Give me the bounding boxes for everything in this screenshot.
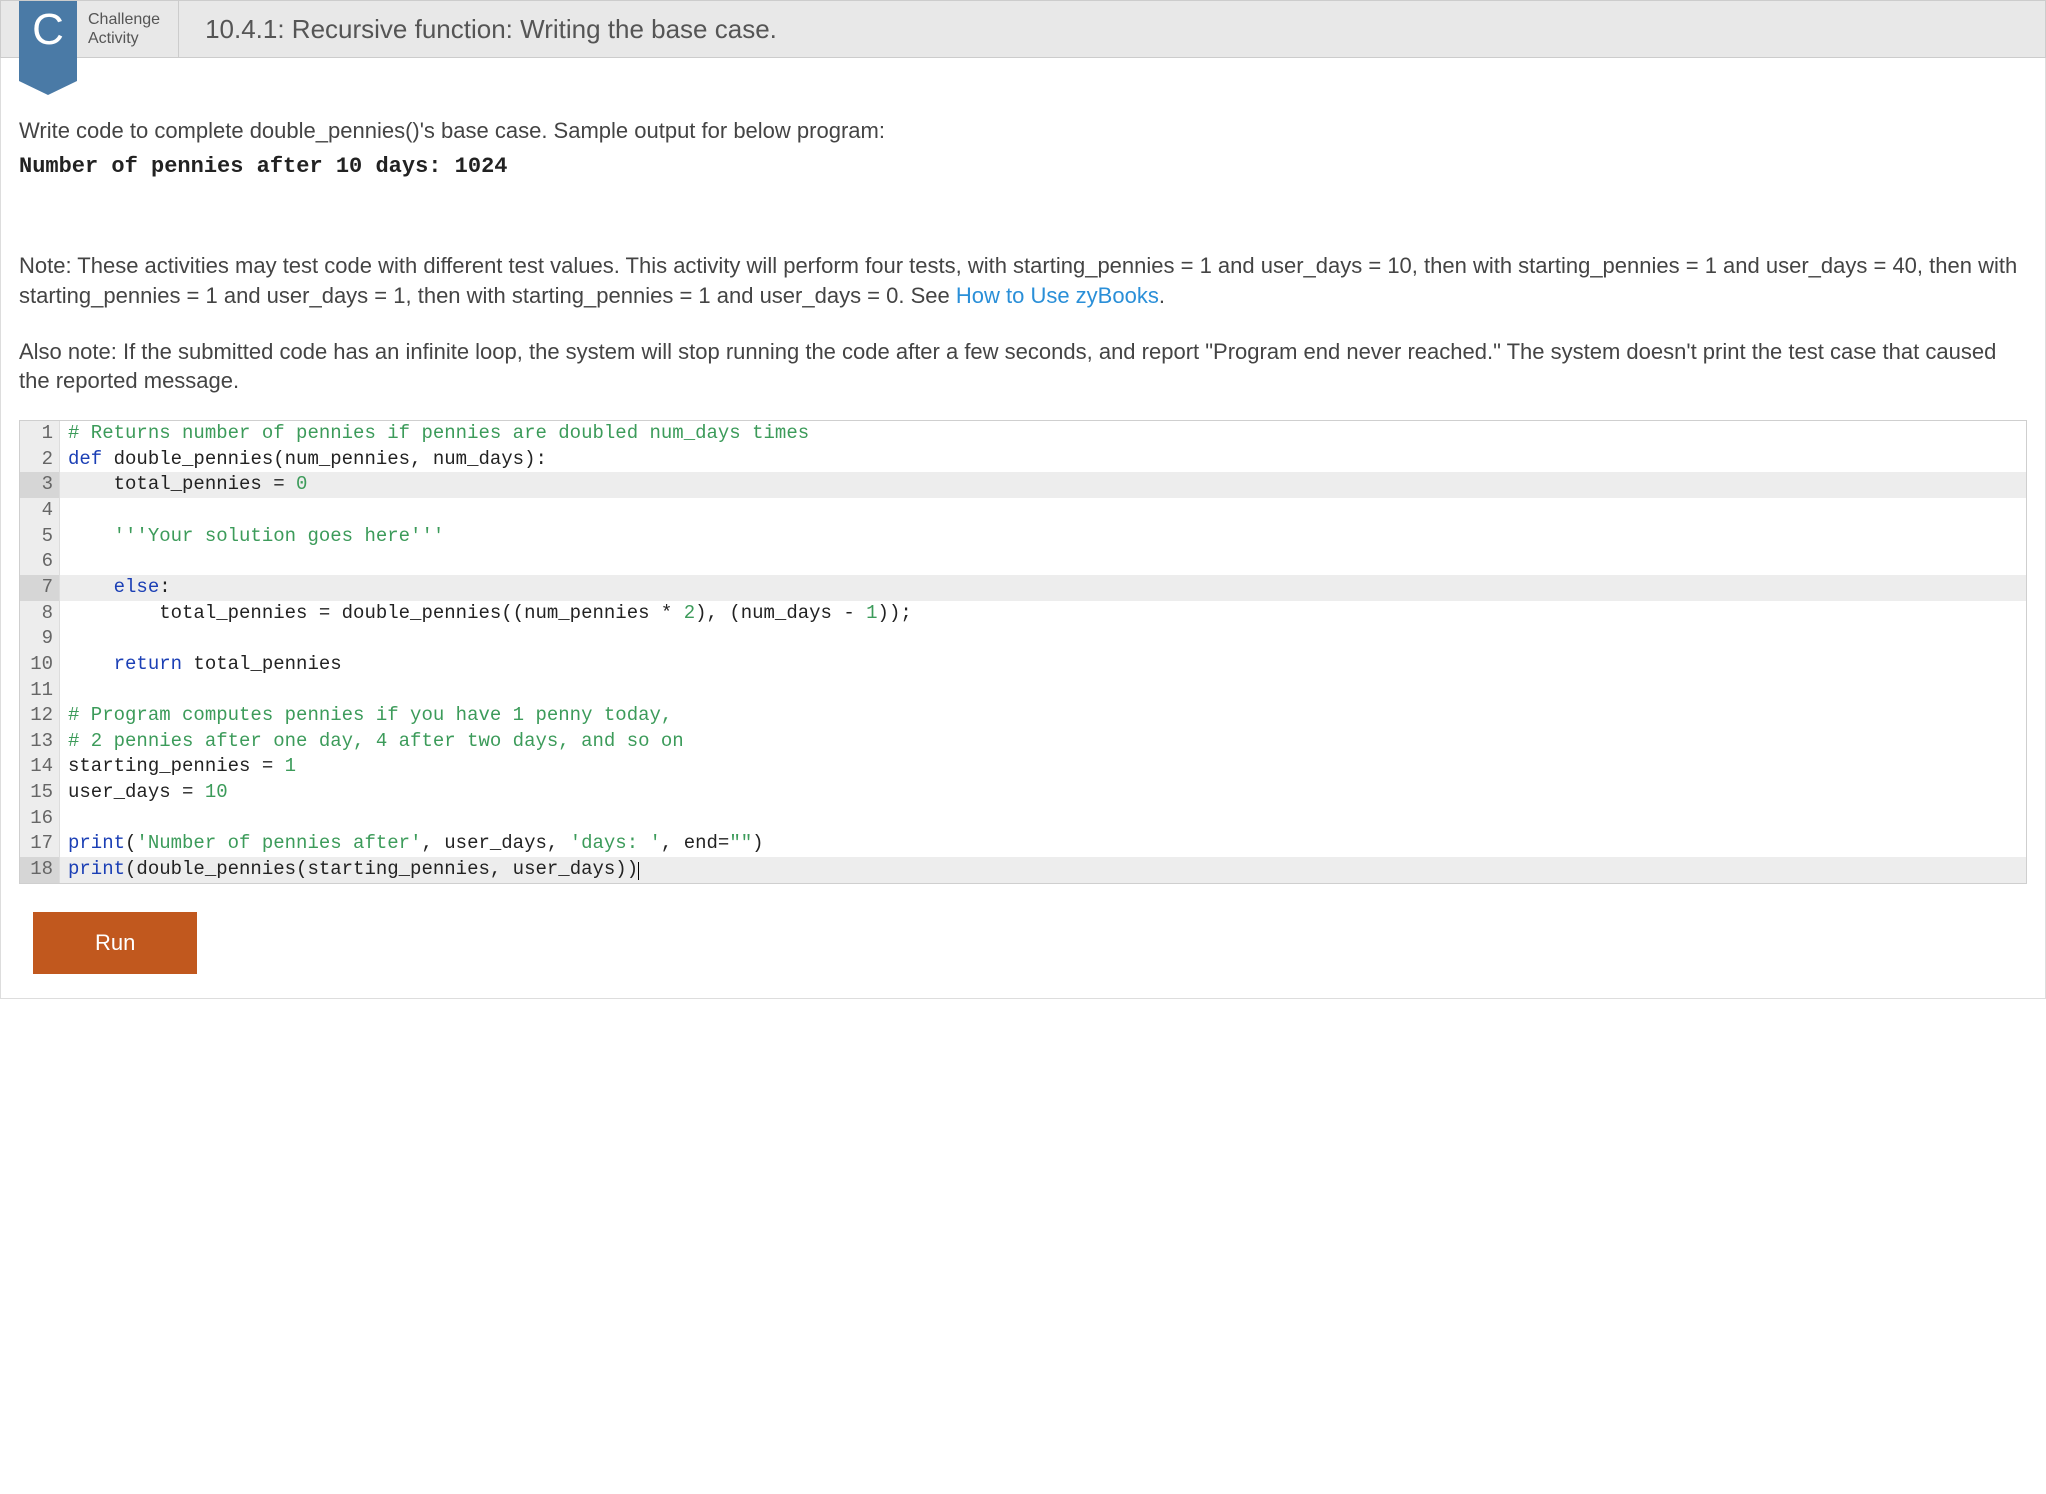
activity-header: C Challenge Activity 10.4.1: Recursive f… (0, 0, 2046, 58)
code-line[interactable]: 6 (20, 549, 2026, 575)
badge-letter: C (32, 1, 64, 59)
activity-title: 10.4.1: Recursive function: Writing the … (179, 1, 777, 57)
note-suffix: . (1159, 283, 1165, 308)
line-number: 11 (20, 678, 60, 704)
code-line[interactable]: 7 else: (20, 575, 2026, 601)
code-text[interactable]: starting_pennies = 1 (60, 754, 2026, 780)
code-line[interactable]: 10 return total_pennies (20, 652, 2026, 678)
line-number: 2 (20, 447, 60, 473)
code-text[interactable] (60, 806, 2026, 832)
code-text[interactable]: # Program computes pennies if you have 1… (60, 703, 2026, 729)
code-editor[interactable]: 1# Returns number of pennies if pennies … (19, 420, 2027, 884)
code-line[interactable]: 18print(double_pennies(starting_pennies,… (20, 857, 2026, 883)
code-line[interactable]: 16 (20, 806, 2026, 832)
challenge-badge-ribbon: C (19, 1, 77, 81)
instruction-prompt: Write code to complete double_pennies()'… (19, 116, 2027, 146)
line-number: 1 (20, 421, 60, 447)
code-line[interactable]: 17print('Number of pennies after', user_… (20, 831, 2026, 857)
text-cursor (638, 862, 639, 880)
line-number: 4 (20, 498, 60, 524)
line-number: 8 (20, 601, 60, 627)
code-text[interactable]: return total_pennies (60, 652, 2026, 678)
code-text[interactable] (60, 549, 2026, 575)
code-text[interactable]: total_pennies = 0 (60, 472, 2026, 498)
sample-output: Number of pennies after 10 days: 1024 (19, 152, 2027, 182)
line-number: 18 (20, 857, 60, 883)
code-line[interactable]: 9 (20, 626, 2026, 652)
line-number: 17 (20, 831, 60, 857)
code-line[interactable]: 5 '''Your solution goes here''' (20, 524, 2026, 550)
line-number: 14 (20, 754, 60, 780)
instruction-note: Note: These activities may test code wit… (19, 251, 2027, 310)
run-button[interactable]: Run (33, 912, 197, 974)
code-line[interactable]: 3 total_pennies = 0 (20, 472, 2026, 498)
instruction-sub-note: Also note: If the submitted code has an … (19, 337, 2027, 396)
code-text[interactable]: else: (60, 575, 2026, 601)
badge-label: Challenge Activity (76, 1, 179, 57)
code-text[interactable]: total_pennies = double_pennies((num_penn… (60, 601, 2026, 627)
code-text[interactable]: print('Number of pennies after', user_da… (60, 831, 2026, 857)
line-number: 13 (20, 729, 60, 755)
code-text[interactable] (60, 626, 2026, 652)
line-number: 5 (20, 524, 60, 550)
code-text[interactable] (60, 498, 2026, 524)
code-line[interactable]: 1# Returns number of pennies if pennies … (20, 421, 2026, 447)
code-line[interactable]: 11 (20, 678, 2026, 704)
code-text[interactable]: # 2 pennies after one day, 4 after two d… (60, 729, 2026, 755)
line-number: 10 (20, 652, 60, 678)
line-number: 7 (20, 575, 60, 601)
code-line[interactable]: 4 (20, 498, 2026, 524)
code-line[interactable]: 15user_days = 10 (20, 780, 2026, 806)
code-line[interactable]: 13# 2 pennies after one day, 4 after two… (20, 729, 2026, 755)
code-text[interactable]: print(double_pennies(starting_pennies, u… (60, 857, 2026, 883)
instructions: Write code to complete double_pennies()'… (19, 116, 2027, 396)
code-text[interactable]: def double_pennies(num_pennies, num_days… (60, 447, 2026, 473)
line-number: 3 (20, 472, 60, 498)
line-number: 12 (20, 703, 60, 729)
challenge-badge: C (1, 1, 76, 81)
line-number: 15 (20, 780, 60, 806)
badge-label-line2: Activity (88, 29, 160, 48)
code-line[interactable]: 12# Program computes pennies if you have… (20, 703, 2026, 729)
line-number: 16 (20, 806, 60, 832)
code-line[interactable]: 8 total_pennies = double_pennies((num_pe… (20, 601, 2026, 627)
how-to-use-link[interactable]: How to Use zyBooks (956, 283, 1159, 308)
code-text[interactable]: '''Your solution goes here''' (60, 524, 2026, 550)
badge-label-line1: Challenge (88, 10, 160, 29)
code-text[interactable]: user_days = 10 (60, 780, 2026, 806)
activity-content: Write code to complete double_pennies()'… (0, 58, 2046, 999)
line-number: 9 (20, 626, 60, 652)
line-number: 6 (20, 549, 60, 575)
code-text[interactable]: # Returns number of pennies if pennies a… (60, 421, 2026, 447)
code-line[interactable]: 14starting_pennies = 1 (20, 754, 2026, 780)
code-text[interactable] (60, 678, 2026, 704)
code-line[interactable]: 2def double_pennies(num_pennies, num_day… (20, 447, 2026, 473)
